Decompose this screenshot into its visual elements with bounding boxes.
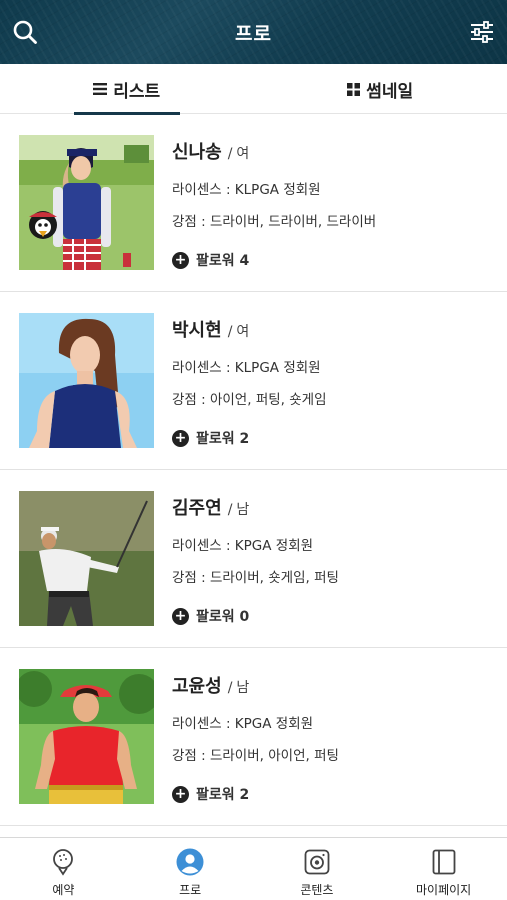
page-title: 프로 [235,22,272,45]
nav-label: 프로 [179,883,202,897]
pro-photo [19,669,154,804]
pro-gender: 남 [236,680,250,696]
nav-item-mypage[interactable]: 마이페이지 [380,838,507,900]
grid-icon [347,82,361,96]
pro-license: 라이센스 : KPGA 정회원 [172,716,314,732]
follow-button[interactable]: + 팔로워 4 [172,250,376,270]
bottom-nav: 예약 프로 콘텐츠 마이페이지 [0,837,507,900]
pro-license: 라이센스 : KPGA 정회원 [172,538,314,554]
pro-list-item[interactable]: 박시현 / 여 라이센스 : KLPGA 정회원 강점 : 아이언, 퍼팅, 숏… [0,292,507,470]
pro-gender: 여 [236,146,250,162]
filter-settings-icon[interactable] [464,14,500,50]
plus-icon: + [172,785,189,803]
pro-name: 신나송 [172,142,222,163]
nav-label: 예약 [52,883,75,897]
pro-strength: 강점 : 드라이버, 드라이버, 드라이버 [172,214,377,230]
nav-label: 마이페이지 [416,883,472,897]
follower-count: 팔로워 2 [196,431,250,447]
name-separator: / [227,502,233,518]
pro-list-item[interactable]: 김주연 / 남 라이센스 : KPGA 정회원 강점 : 드라이버, 숏게임, … [0,470,507,648]
nav-item-reservation[interactable]: 예약 [0,838,127,900]
nav-item-contents[interactable]: 콘텐츠 [254,838,381,900]
pro-gender: 여 [236,324,250,340]
follow-button[interactable]: + 팔로워 0 [172,606,339,626]
pro-name: 김주연 [172,498,222,519]
pro-strength: 강점 : 드라이버, 아이언, 퍼팅 [172,748,339,764]
pro-info: 신나송 / 여 라이센스 : KLPGA 정회원 강점 : 드라이버, 드라이버… [172,138,376,270]
pro-photo [19,491,154,626]
plus-icon: + [172,607,189,625]
pro-strength: 강점 : 아이언, 퍼팅, 숏게임 [172,392,327,408]
book-icon [430,848,458,876]
pro-license: 라이센스 : KLPGA 정회원 [172,360,321,376]
pro-license: 라이센스 : KLPGA 정회원 [172,182,321,198]
pro-info: 김주연 / 남 라이센스 : KPGA 정회원 강점 : 드라이버, 숏게임, … [172,494,339,626]
tab-list-label: 리스트 [113,81,161,102]
nav-label: 콘텐츠 [300,883,334,897]
follower-count: 팔로워 0 [196,609,250,625]
plus-icon: + [172,251,189,269]
plus-icon: + [172,429,189,447]
pro-name: 고윤성 [172,676,222,697]
golf-ball-icon [49,848,77,876]
tab-list[interactable]: 리스트 [0,64,254,115]
tab-thumbnail[interactable]: 썸네일 [254,64,507,114]
pro-list-item[interactable]: 고윤성 / 남 라이센스 : KPGA 정회원 강점 : 드라이버, 아이언, … [0,648,507,826]
camera-icon [303,848,331,876]
nav-item-pro[interactable]: 프로 [127,838,254,900]
pro-strength: 강점 : 드라이버, 숏게임, 퍼팅 [172,570,339,586]
follow-button[interactable]: + 팔로워 2 [172,784,339,804]
pro-photo [19,313,154,448]
pro-gender: 남 [236,502,250,518]
pro-list: 신나송 / 여 라이센스 : KLPGA 정회원 강점 : 드라이버, 드라이버… [0,114,507,826]
view-tabs: 리스트 썸네일 [0,64,507,115]
tab-thumbnail-label: 썸네일 [366,81,414,102]
name-separator: / [227,146,233,162]
follower-count: 팔로워 2 [196,787,250,803]
pro-list-item[interactable]: 신나송 / 여 라이센스 : KLPGA 정회원 강점 : 드라이버, 드라이버… [0,114,507,292]
follower-count: 팔로워 4 [196,253,250,269]
list-icon [93,83,108,95]
user-icon [176,848,204,876]
pro-info: 고윤성 / 남 라이센스 : KPGA 정회원 강점 : 드라이버, 아이언, … [172,672,339,804]
app-header: 프로 [0,0,507,64]
search-icon[interactable] [7,14,43,50]
pro-name: 박시현 [172,320,222,341]
follow-button[interactable]: + 팔로워 2 [172,428,327,448]
name-separator: / [227,680,233,696]
name-separator: / [227,324,233,340]
pro-photo [19,135,154,270]
pro-info: 박시현 / 여 라이센스 : KLPGA 정회원 강점 : 아이언, 퍼팅, 숏… [172,316,327,448]
